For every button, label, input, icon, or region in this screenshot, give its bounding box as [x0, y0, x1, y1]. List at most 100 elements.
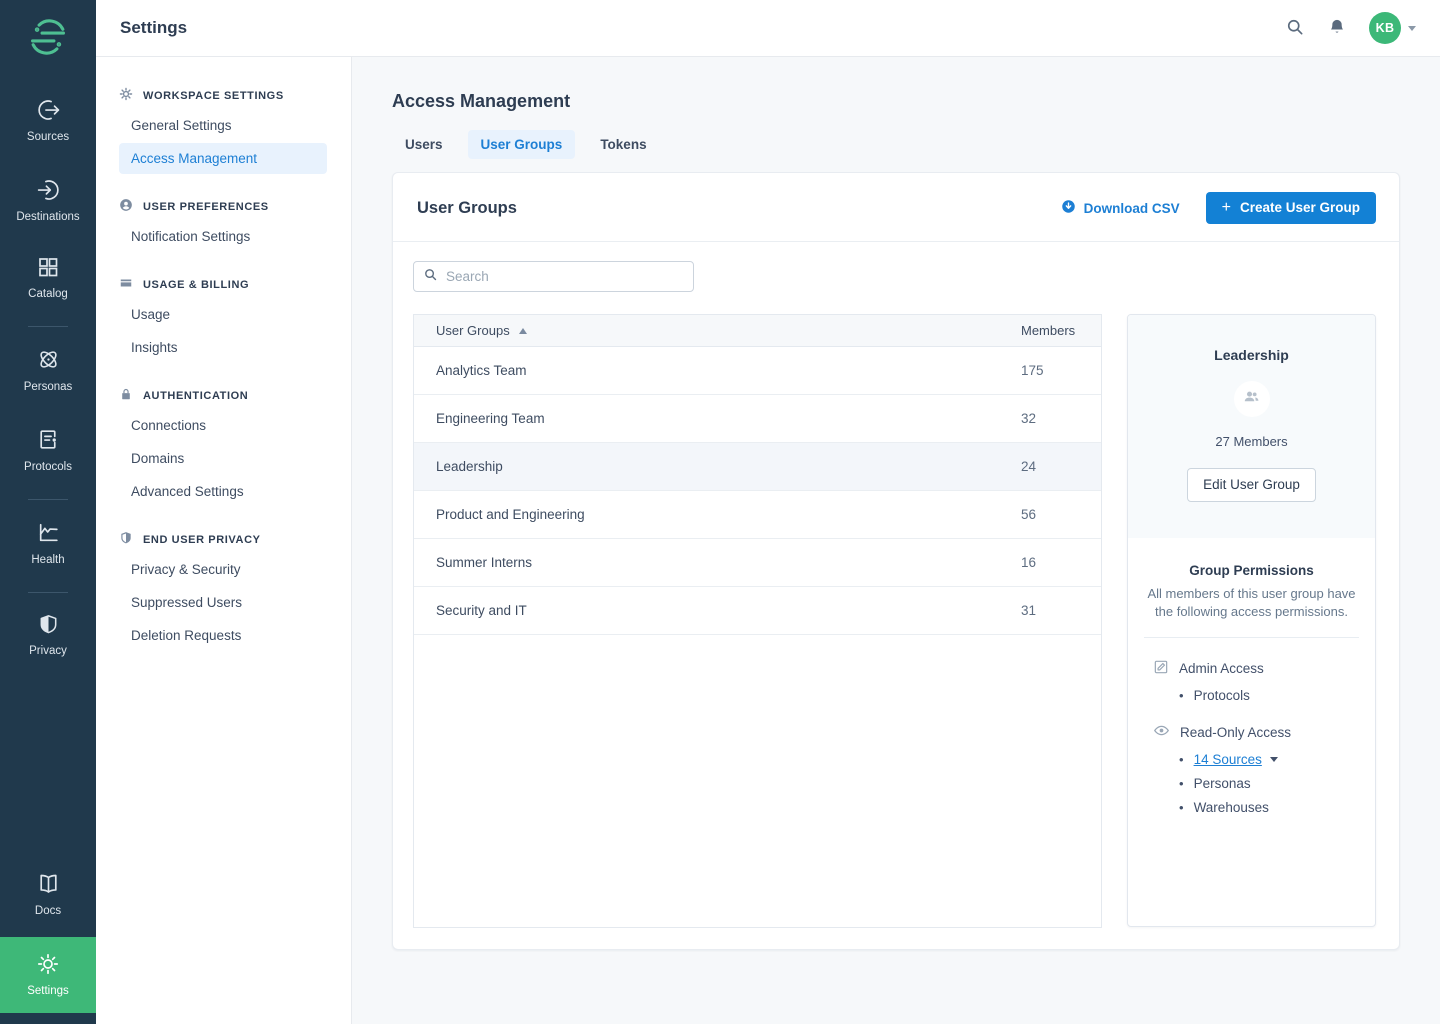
sort-asc-icon[interactable] — [519, 328, 527, 334]
search-box — [413, 261, 694, 292]
topbar: Settings KB — [96, 0, 1440, 57]
user-groups-table: User Groups Members Analytics Team 175 — [413, 314, 1102, 928]
nav-item-usage[interactable]: Usage — [119, 299, 327, 330]
tab-user-groups[interactable]: User Groups — [468, 130, 576, 159]
group-summary: Leadership — [1128, 315, 1375, 538]
permission-item: 14 Sources — [1179, 752, 1361, 767]
nav-item-general-settings[interactable]: General Settings — [119, 110, 327, 141]
chevron-down-icon[interactable] — [1270, 757, 1278, 762]
group-permissions: Group Permissions All members of this us… — [1128, 538, 1375, 815]
group-detail-card: Leadership — [1127, 314, 1376, 927]
table-row[interactable]: Summer Interns 16 — [414, 539, 1101, 587]
sidebar-item-health[interactable]: Health — [0, 514, 96, 572]
user-circle-icon — [119, 198, 133, 215]
nav-section-header: AUTHENTICATION — [119, 387, 327, 404]
nav-item-privacy-security[interactable]: Privacy & Security — [119, 554, 327, 585]
sidebar-item-protocols[interactable]: Protocols — [0, 421, 96, 479]
nav-item-insights[interactable]: Insights — [119, 332, 327, 363]
download-csv-button[interactable]: Download CSV — [1061, 199, 1180, 217]
notifications-button[interactable] — [1327, 17, 1347, 40]
table-row[interactable]: Product and Engineering 56 — [414, 491, 1101, 539]
permissions-title: Group Permissions — [1142, 563, 1361, 578]
tab-tokens[interactable]: Tokens — [587, 130, 659, 159]
edit-user-group-button[interactable]: Edit User Group — [1187, 468, 1316, 502]
permission-item: Protocols — [1179, 688, 1361, 703]
nav-section-authentication: AUTHENTICATION Connections Domains Advan… — [119, 387, 327, 507]
nav-item-deletion-requests[interactable]: Deletion Requests — [119, 620, 327, 651]
nav-section-title: USER PREFERENCES — [143, 201, 269, 213]
sidebar-item-label: Privacy — [29, 645, 67, 657]
personas-icon — [36, 347, 61, 372]
table-row[interactable]: Engineering Team 32 — [414, 395, 1101, 443]
shield-icon — [119, 531, 133, 548]
column-header-user-groups[interactable]: User Groups — [436, 323, 510, 338]
sidebar-item-sources[interactable]: Sources — [0, 91, 96, 149]
nav-item-notification-settings[interactable]: Notification Settings — [119, 221, 327, 252]
sidebar-item-destinations[interactable]: Destinations — [0, 171, 96, 229]
member-count: 27 Members — [1215, 434, 1287, 449]
docs-book-icon — [36, 871, 61, 896]
nav-item-domains[interactable]: Domains — [119, 443, 327, 474]
sidebar-item-privacy[interactable]: Privacy — [0, 607, 96, 663]
group-members: 24 — [1021, 459, 1101, 474]
search-input[interactable] — [446, 269, 684, 284]
page-title: Settings — [120, 18, 187, 38]
group-name: Leadership — [1214, 347, 1289, 363]
nav-item-access-management[interactable]: Access Management — [119, 143, 327, 174]
create-user-group-label: Create User Group — [1240, 200, 1360, 215]
account-menu[interactable]: KB — [1369, 12, 1416, 44]
table-row-selected[interactable]: Leadership 24 — [414, 443, 1101, 491]
gear-icon — [119, 87, 133, 104]
sidebar-item-personas[interactable]: Personas — [0, 341, 96, 399]
app-sidebar: Sources Destinations Catalog — [0, 0, 96, 1024]
permission-group-label: Read-Only Access — [1180, 725, 1291, 740]
user-groups-panel: User Groups Download CSV — [392, 172, 1400, 950]
privacy-shield-icon — [37, 613, 60, 636]
group-name: Security and IT — [414, 603, 1021, 618]
nav-section-header: END USER PRIVACY — [119, 531, 327, 548]
group-members: 56 — [1021, 507, 1101, 522]
create-user-group-button[interactable]: + Create User Group — [1206, 192, 1376, 224]
nav-item-suppressed-users[interactable]: Suppressed Users — [119, 587, 327, 618]
plus-icon: + — [1222, 203, 1231, 213]
segment-logo-icon[interactable] — [29, 18, 67, 61]
sources-link[interactable]: 14 Sources — [1194, 752, 1262, 767]
nav-section-header: USAGE & BILLING — [119, 276, 327, 293]
health-icon — [36, 520, 61, 545]
sidebar-item-label: Protocols — [24, 461, 72, 473]
nav-section-workspace-settings: WORKSPACE SETTINGS General Settings Acce… — [119, 87, 327, 174]
permissions-subtitle: All members of this user group have the … — [1142, 585, 1361, 620]
section-title: Access Management — [392, 91, 1400, 112]
settings-gear-icon — [36, 952, 60, 976]
panel-title: User Groups — [417, 199, 517, 218]
table-row[interactable]: Security and IT 31 — [414, 587, 1101, 635]
users-icon — [1242, 387, 1261, 411]
sidebar-divider — [28, 326, 68, 327]
nav-section-user-preferences: USER PREFERENCES Notification Settings — [119, 198, 327, 252]
eye-icon — [1153, 722, 1170, 742]
nav-section-header: USER PREFERENCES — [119, 198, 327, 215]
credit-card-icon — [119, 276, 133, 293]
protocols-icon — [36, 427, 61, 452]
sidebar-item-label: Catalog — [28, 288, 68, 300]
sidebar-item-catalog[interactable]: Catalog — [0, 249, 96, 306]
permission-group-label: Admin Access — [1179, 661, 1264, 676]
permission-item: Warehouses — [1179, 800, 1361, 815]
panel-header: User Groups Download CSV — [393, 173, 1399, 242]
table-row[interactable]: Analytics Team 175 — [414, 347, 1101, 395]
nav-section-title: USAGE & BILLING — [143, 279, 249, 291]
group-members: 175 — [1021, 363, 1101, 378]
sources-icon — [36, 97, 61, 122]
nav-item-connections[interactable]: Connections — [119, 410, 327, 441]
column-header-members[interactable]: Members — [1021, 323, 1101, 338]
sidebar-item-label: Docs — [35, 905, 61, 917]
tab-users[interactable]: Users — [392, 130, 456, 159]
search-icon — [1285, 17, 1305, 40]
sidebar-item-docs[interactable]: Docs — [0, 865, 96, 923]
search-button[interactable] — [1285, 17, 1305, 40]
nav-item-advanced-settings[interactable]: Advanced Settings — [119, 476, 327, 507]
group-name: Product and Engineering — [414, 507, 1021, 522]
nav-section-usage-billing: USAGE & BILLING Usage Insights — [119, 276, 327, 363]
sidebar-item-settings[interactable]: Settings — [0, 937, 96, 1013]
sidebar-item-label: Destinations — [16, 211, 79, 223]
